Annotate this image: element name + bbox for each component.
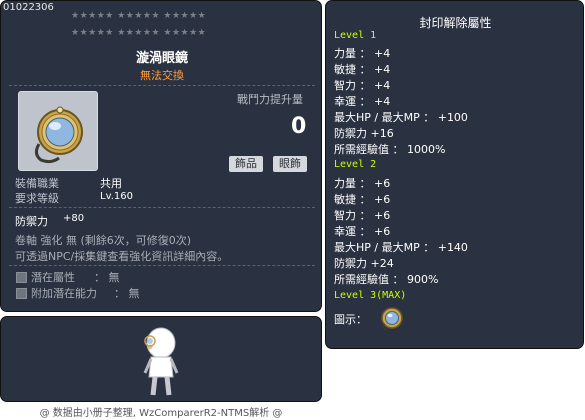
gold-mirror-glasses-icon [34, 106, 83, 164]
seal-stat: 幸運 ： +6 [334, 225, 391, 238]
level-value: Lv.160 [100, 191, 133, 202]
seal-stat: 最大HP / 最大MP ： +140 [334, 241, 468, 254]
seal-stat: 敏捷 ： +6 [334, 193, 391, 206]
seal-stat: 智力 ： +4 [334, 79, 391, 92]
character-avatar [143, 327, 179, 396]
untradable-label: 無法交換 [140, 69, 184, 82]
item-tooltip: 01022306 ★★★★★ ★★★★★ ★★★★★ ★★★★★ ★★★★★ ★… [0, 0, 322, 312]
defense-value: +80 [63, 213, 85, 224]
divider [9, 265, 315, 266]
seal-stat: 所需經驗值 ： 1000% [334, 143, 446, 156]
seal-stat: 力量 ： +6 [334, 177, 391, 190]
potential-label: 潛在屬性 [31, 271, 75, 284]
bonus-potential-value: ： 無 [114, 287, 140, 300]
job-value: 共用 [100, 177, 122, 190]
potential-value: ： 無 [94, 271, 120, 284]
seal-level-label: Level 1 [334, 30, 377, 41]
star-force-row: ★★★★★ ★★★★★ ★★★★★ [71, 11, 207, 21]
subcategory-tag: 眼飾 [273, 156, 307, 172]
bonus-potential-icon [16, 288, 27, 299]
seal-level-label: Level 3(MAX) [334, 290, 407, 301]
npc-hint: 可透過NPC/採集鍵查看強化資訊詳細內容。 [15, 250, 229, 263]
seal-icon-label: 圖示： [334, 313, 367, 326]
seal-stat: 最大HP / 最大MP ： +100 [334, 111, 468, 124]
upgrade-info: 卷軸 強化 無 (剩餘6次，可修復0次) [15, 234, 192, 247]
category-tag: 飾品 [229, 156, 263, 172]
seal-stat: 敏捷 ： +4 [334, 63, 391, 76]
seal-stat: 智力 ： +6 [334, 209, 391, 222]
gold-mirror-glasses-icon [381, 307, 403, 331]
divider [9, 85, 315, 86]
seal-stat: 所需經驗值 ： 900% [334, 273, 439, 286]
item-code: 01022306 [3, 2, 54, 13]
avatar-preview-panel [0, 316, 322, 402]
star-force-row: ★★★★★ ★★★★★ ★★★★★ [71, 28, 207, 38]
seal-stat: 防禦力 +16 [334, 127, 394, 140]
seal-unlock-panel: 封印解除屬性 Level 1 力量 ： +4 敏捷 ： +4 智力 ： +4 幸… [325, 0, 584, 349]
bonus-potential-label: 附加潛在能力 [31, 287, 97, 300]
defense-label: 防禦力 [15, 215, 48, 228]
power-increase-label: 戰鬥力提升量 [237, 93, 303, 106]
seal-stat: 力量 ： +4 [334, 47, 391, 60]
item-name: 漩渦眼鏡 [135, 51, 188, 66]
seal-stat: 防禦力 +24 [334, 257, 394, 270]
seal-title: 封印解除屬性 [419, 16, 492, 30]
seal-level-label: Level 2 [334, 159, 377, 170]
seal-stat: 幸運 ： +4 [334, 95, 391, 108]
level-label: 要求等級 [15, 192, 59, 205]
divider [9, 207, 315, 208]
item-icon-frame [18, 91, 98, 171]
potential-icon [16, 272, 27, 283]
footer-credit: @ 数据由小册子整理, WzComparerR2-NTMS解析 @ [39, 408, 283, 419]
job-label: 裝備職業 [15, 177, 59, 190]
power-increase-value: 0 [291, 114, 307, 139]
